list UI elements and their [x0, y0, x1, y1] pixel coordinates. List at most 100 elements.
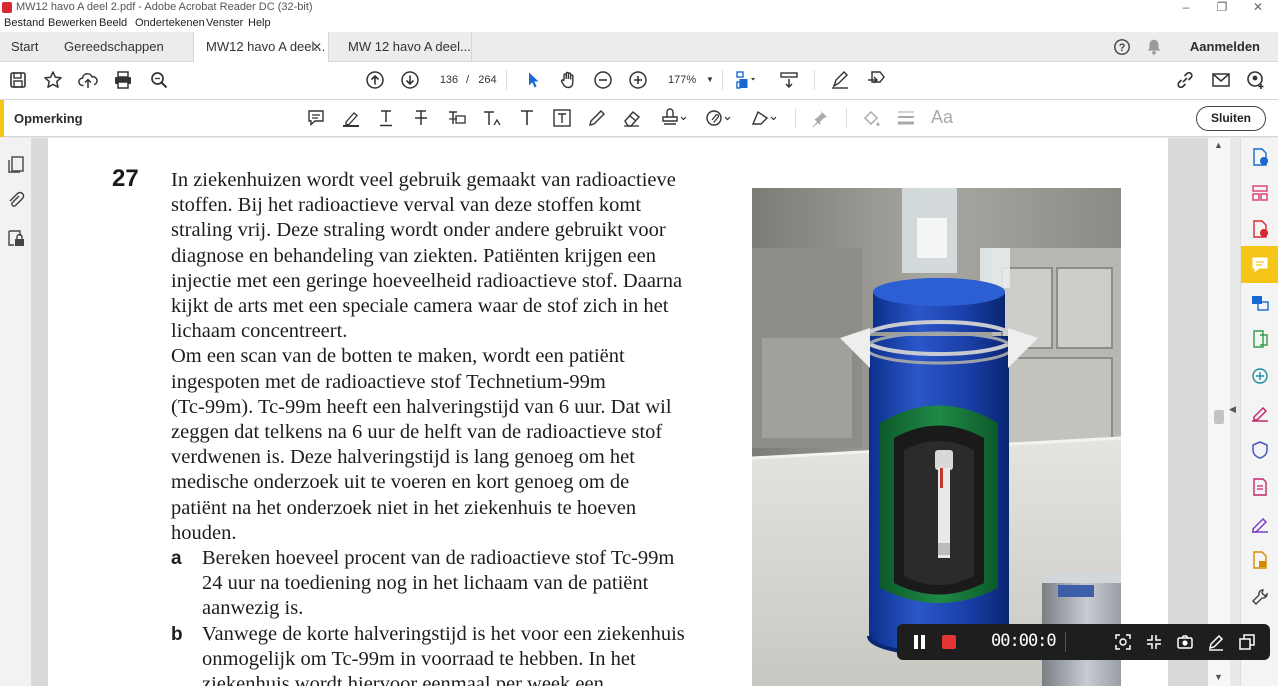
fill-color-icon[interactable] [861, 108, 883, 130]
add-user-icon[interactable] [1245, 69, 1267, 91]
tab-document-1[interactable]: MW12 havo A deel... ✕ [193, 32, 329, 63]
menu-bar: Bestand Bewerken Beeld Ondertekenen Vens… [0, 16, 1278, 32]
text-line: diagnose en behandeling van ziekten. Pat… [171, 244, 656, 267]
close-tab-button[interactable]: ✕ [312, 32, 322, 62]
fill-sign-icon[interactable] [1250, 403, 1270, 423]
page-separator: / [466, 74, 470, 86]
zoom-level-select[interactable]: 177% ▼ [668, 70, 714, 90]
edit-pdf-icon[interactable] [1250, 329, 1270, 349]
save-icon[interactable] [7, 69, 29, 91]
bookmark-star-icon[interactable] [42, 69, 64, 91]
page-layout-icon[interactable] [734, 69, 756, 91]
export-pdf-icon[interactable] [1250, 147, 1270, 167]
select-cursor-icon[interactable] [522, 69, 544, 91]
attach-file-icon[interactable] [704, 108, 734, 130]
email-icon[interactable] [1210, 69, 1232, 91]
text-line: stoffen. Bij het radioactieve verval van… [171, 194, 642, 217]
sticky-note-icon[interactable] [306, 108, 328, 130]
print-icon[interactable] [112, 69, 134, 91]
close-window-button[interactable]: ✕ [1240, 0, 1276, 16]
help-icon[interactable]: ? [1113, 38, 1131, 56]
scrollbar-thumb[interactable] [1214, 410, 1224, 424]
annotate-pen-icon[interactable] [1207, 633, 1225, 651]
stop-recording-button[interactable] [942, 635, 956, 649]
underline-text-icon[interactable] [376, 108, 398, 130]
camera-icon[interactable] [1176, 633, 1194, 651]
search-icon[interactable] [148, 69, 170, 91]
page-number-input[interactable]: 136 [436, 70, 462, 90]
shapes-icon[interactable] [750, 108, 780, 130]
tab-tools[interactable]: Gereedschappen [64, 32, 164, 62]
highlight-icon[interactable] [341, 108, 363, 130]
acrobat-logo-icon [2, 2, 12, 13]
pages-thumbnail-icon[interactable] [6, 154, 26, 174]
security-lock-icon[interactable] [6, 228, 26, 248]
text-line: injectie met een geringe hoeveelheid rad… [171, 269, 683, 292]
next-page-icon[interactable] [399, 69, 421, 91]
tab-document-2[interactable]: MW 12 havo A deel... [348, 32, 471, 62]
collapse-right-panel-icon[interactable]: ◀ [1229, 404, 1236, 415]
minimize-recorder-icon[interactable] [1145, 633, 1163, 651]
text-line: aanwezig is. [202, 597, 304, 620]
cloud-upload-icon[interactable] [77, 69, 99, 91]
line-style-icon[interactable] [896, 108, 918, 130]
zoom-out-icon[interactable] [592, 69, 614, 91]
sign-in-button[interactable]: Aanmelden [1190, 32, 1260, 62]
stamp-icon[interactable] [660, 108, 690, 130]
share-icon[interactable] [865, 69, 887, 91]
eraser-icon[interactable] [622, 108, 644, 130]
add-text-icon[interactable] [517, 108, 539, 130]
tab-start[interactable]: Start [11, 32, 38, 62]
sign-pen-icon[interactable] [829, 69, 851, 91]
menu-venster[interactable]: Venster [206, 17, 243, 29]
send-for-review-icon[interactable] [1250, 550, 1270, 570]
scrolling-mode-icon[interactable] [778, 69, 800, 91]
sub-question-letter: b [171, 624, 183, 645]
text-line: Bereken hoeveel procent van de radioacti… [202, 547, 675, 569]
scan-ocr-icon[interactable] [1250, 366, 1270, 386]
hand-tool-icon[interactable] [557, 69, 579, 91]
scroll-up-icon[interactable]: ▲ [1214, 140, 1223, 150]
combine-files-icon[interactable] [1250, 293, 1270, 313]
create-pdf-icon[interactable] [1250, 219, 1270, 239]
organize-pages-icon[interactable] [1250, 183, 1270, 203]
font-style-icon[interactable]: Aa [931, 107, 953, 129]
text-line: In ziekenhuizen wordt veel gebruik gemaa… [171, 169, 676, 191]
comment-tool-active[interactable] [1241, 246, 1278, 283]
question-intro-text: In ziekenhuizen wordt veel gebruik gemaa… [171, 168, 741, 546]
replace-text-icon[interactable] [447, 108, 469, 130]
menu-ondertekenen[interactable]: Ondertekenen [135, 17, 205, 29]
menu-bestand[interactable]: Bestand [4, 17, 44, 29]
text-line: ziekenhuis wordt hiervoor eenmaal per we… [202, 673, 604, 686]
pin-icon[interactable] [809, 108, 831, 130]
previous-page-icon[interactable] [364, 69, 386, 91]
strikethrough-text-icon[interactable] [411, 108, 433, 130]
menu-beeld[interactable]: Beeld [99, 17, 127, 29]
minimize-button[interactable]: – [1168, 0, 1204, 16]
pause-recording-button[interactable] [914, 635, 926, 649]
vertical-scrollbar[interactable]: ▲ ▼ [1208, 138, 1230, 686]
attachments-icon[interactable] [6, 190, 26, 210]
pencil-draw-icon[interactable] [587, 108, 609, 130]
maximize-button[interactable]: ❐ [1204, 0, 1240, 16]
scroll-down-icon[interactable]: ▼ [1214, 672, 1223, 682]
zoom-in-icon[interactable] [627, 69, 649, 91]
menu-help[interactable]: Help [248, 17, 271, 29]
switch-window-icon[interactable] [1238, 633, 1256, 651]
screenshot-region-icon[interactable] [1114, 633, 1132, 651]
radioactive-container-photo [752, 188, 1121, 686]
prepare-form-icon[interactable] [1250, 477, 1270, 497]
text-box-icon[interactable] [552, 108, 574, 130]
close-comment-toolbar-button[interactable]: Sluiten [1196, 106, 1266, 131]
more-tools-icon[interactable] [1250, 587, 1270, 607]
request-signature-icon[interactable] [1250, 514, 1270, 534]
left-navigation-rail [0, 138, 32, 686]
text-line: (Tc-99m). Tc-99m heeft een halveringstij… [171, 395, 672, 418]
link-icon[interactable] [1174, 69, 1196, 91]
insert-text-icon[interactable] [482, 108, 504, 130]
notifications-icon[interactable] [1145, 38, 1163, 56]
sub-question-a: a Bereken hoeveel procent van de radioac… [171, 546, 741, 622]
tab-divider [471, 32, 472, 62]
protect-shield-icon[interactable] [1250, 440, 1270, 460]
menu-bewerken[interactable]: Bewerken [48, 17, 97, 29]
